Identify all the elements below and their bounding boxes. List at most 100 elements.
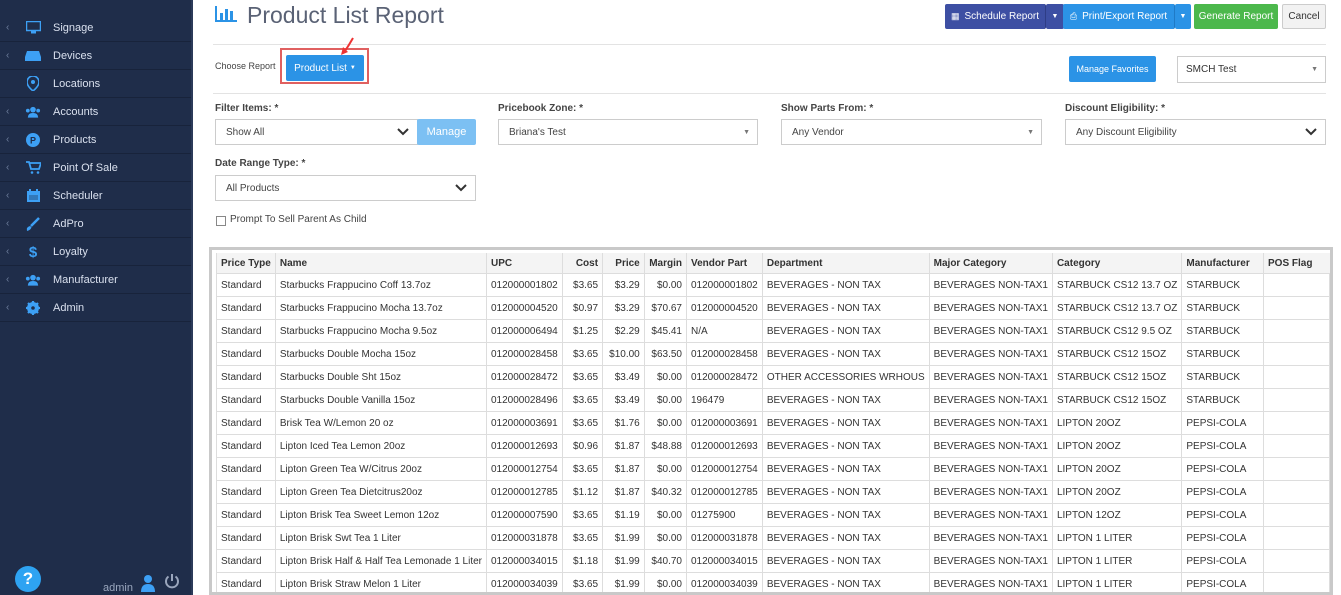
print-dropdown-caret[interactable]: ▼ bbox=[1175, 4, 1191, 29]
table-cell bbox=[1263, 503, 1330, 527]
table-row[interactable]: Standard Lipton Green Tea Dietcitrus20oz 0… bbox=[216, 480, 1330, 504]
discount-eligibility-select[interactable]: Any Discount Eligibility bbox=[1065, 119, 1326, 145]
column-header[interactable]: Vendor Part bbox=[686, 253, 763, 274]
table-cell: $63.50 bbox=[643, 342, 688, 366]
sidebar-item-loyalty[interactable]: ‹ $ Loyalty bbox=[0, 238, 191, 266]
sidebar-item-label: Devices bbox=[53, 49, 93, 62]
table-cell: 01275900 bbox=[686, 503, 763, 527]
table-cell: BEVERAGES - NON TAX bbox=[761, 342, 930, 366]
show-parts-select[interactable]: Any Vendor ▼ bbox=[781, 119, 1042, 145]
table-row[interactable]: Standard Lipton Brisk Swt Tea 1 Liter 0120… bbox=[216, 526, 1330, 550]
table-row[interactable]: Standard Lipton Green Tea W/Citrus 20oz 01… bbox=[216, 457, 1330, 481]
column-header[interactable]: Department bbox=[761, 253, 930, 274]
users-icon bbox=[25, 104, 41, 120]
table-cell: Standard bbox=[216, 503, 276, 527]
power-icon[interactable] bbox=[164, 573, 180, 589]
report-table-container[interactable]: Price Type Name UPC Cost Price Margin Vendor P… bbox=[209, 247, 1333, 595]
sidebar-item-adpro[interactable]: ‹ AdPro bbox=[0, 210, 191, 238]
table-cell bbox=[1263, 273, 1330, 297]
table-cell: LIPTON 20OZ bbox=[1051, 411, 1183, 435]
sidebar-item-label: Products bbox=[53, 133, 97, 146]
table-row[interactable]: Standard Starbucks Frappucino Mocha 13.7o… bbox=[216, 296, 1330, 320]
column-header[interactable]: Price bbox=[602, 253, 645, 274]
table-row[interactable]: Standard Starbucks Double Mocha 15oz 01200… bbox=[216, 342, 1330, 366]
table-row[interactable]: Standard Lipton Iced Tea Lemon 20oz 012000… bbox=[216, 434, 1330, 458]
table-row[interactable]: Standard Brisk Tea W/Lemon 20 oz 012000003… bbox=[216, 411, 1330, 435]
table-cell: STARBUCK bbox=[1181, 273, 1265, 297]
sidebar-item-point-of-sale[interactable]: ‹ Point Of Sale bbox=[0, 154, 191, 182]
caret-down-icon: ▼ bbox=[1311, 66, 1318, 73]
column-header[interactable]: Margin bbox=[643, 253, 687, 274]
column-header[interactable]: Major Category bbox=[928, 253, 1053, 274]
table-cell: LIPTON 20OZ bbox=[1051, 480, 1183, 504]
print-export-button[interactable]: ⎙ Print/Export Report bbox=[1063, 4, 1175, 29]
table-row[interactable]: Standard Starbucks Frappucino Mocha 9.5oz… bbox=[216, 319, 1330, 343]
table-cell: BEVERAGES NON-TAX1 bbox=[928, 526, 1053, 550]
table-cell bbox=[1263, 480, 1330, 504]
chevron-left-icon: ‹ bbox=[6, 190, 10, 201]
table-row[interactable]: Standard Starbucks Double Sht 15oz 0120000… bbox=[216, 365, 1330, 389]
table-cell: 012000012754 bbox=[486, 457, 563, 481]
table-cell: Standard bbox=[216, 296, 276, 320]
table-cell: BEVERAGES - NON TAX bbox=[761, 457, 930, 481]
user-icon[interactable] bbox=[141, 574, 155, 592]
column-header[interactable]: Name bbox=[274, 253, 487, 274]
prompt-sell-parent-checkbox[interactable] bbox=[216, 216, 226, 226]
schedule-report-button[interactable]: ▦ Schedule Report bbox=[945, 4, 1046, 29]
cart-icon bbox=[25, 160, 41, 176]
store-select[interactable]: SMCH Test ▼ bbox=[1177, 56, 1326, 83]
table-cell: 012000034015 bbox=[486, 549, 563, 573]
svg-text:$: $ bbox=[29, 244, 38, 259]
column-header[interactable]: Manufacturer bbox=[1181, 253, 1264, 274]
sidebar-item-locations[interactable]: Locations bbox=[0, 70, 191, 98]
date-range-type-label: Date Range Type: * bbox=[215, 158, 306, 169]
table-cell: Standard bbox=[216, 342, 276, 366]
table-cell: Starbucks Double Vanilla 15oz bbox=[274, 388, 488, 412]
caret-down-icon: ▼ bbox=[1051, 13, 1059, 20]
schedule-dropdown-caret[interactable]: ▼ bbox=[1046, 4, 1064, 29]
table-row[interactable]: Standard Starbucks Double Vanilla 15oz 012… bbox=[216, 388, 1330, 412]
sidebar-item-devices[interactable]: ‹ Devices bbox=[0, 42, 191, 70]
table-row[interactable]: Standard Starbucks Frappucino Coff 13.7oz… bbox=[216, 273, 1330, 297]
table-cell: 012000031878 bbox=[686, 526, 763, 550]
table-cell: $40.32 bbox=[643, 480, 688, 504]
table-cell: $3.49 bbox=[602, 365, 645, 389]
sidebar-item-products[interactable]: ‹ P Products bbox=[0, 126, 191, 154]
table-row[interactable]: Standard Lipton Brisk Tea Sweet Lemon 12o… bbox=[216, 503, 1330, 527]
table-cell: 012000028496 bbox=[486, 388, 563, 412]
table-row[interactable]: Standard Lipton Brisk Half & Half Tea Lem… bbox=[216, 549, 1330, 573]
column-header[interactable]: Category bbox=[1051, 253, 1182, 274]
sidebar-item-manufacturer[interactable]: ‹ Manufacturer bbox=[0, 266, 191, 294]
table-cell: STARBUCK CS12 15OZ bbox=[1051, 365, 1183, 389]
table-cell: Lipton Green Tea W/Citrus 20oz bbox=[274, 457, 488, 481]
sidebar-item-admin[interactable]: ‹ Admin bbox=[0, 294, 191, 322]
table-cell: BEVERAGES NON-TAX1 bbox=[928, 273, 1053, 297]
manage-favorites-button[interactable]: Manage Favorites bbox=[1069, 56, 1156, 82]
sidebar: ‹ Signage ‹ Devices Locations ‹ Accounts ‹ P Prod… bbox=[0, 0, 193, 595]
help-button[interactable]: ? bbox=[15, 566, 41, 592]
column-header[interactable]: Price Type bbox=[216, 253, 276, 274]
manage-button[interactable]: Manage bbox=[417, 119, 476, 145]
column-header[interactable]: UPC bbox=[486, 253, 563, 274]
filter-items-select[interactable]: Show All bbox=[215, 119, 418, 145]
sidebar-item-accounts[interactable]: ‹ Accounts bbox=[0, 98, 191, 126]
pricebook-zone-select[interactable]: Briana's Test ▼ bbox=[498, 119, 758, 145]
sidebar-item-signage[interactable]: ‹ Signage bbox=[0, 14, 191, 42]
chevron-left-icon: ‹ bbox=[6, 162, 10, 173]
column-header[interactable]: POS Flag bbox=[1263, 253, 1330, 274]
table-cell bbox=[1263, 319, 1330, 343]
table-cell: $1.99 bbox=[602, 526, 645, 550]
cancel-button[interactable]: Cancel bbox=[1282, 4, 1326, 29]
table-cell: $1.99 bbox=[602, 572, 645, 592]
report-type-dropdown[interactable]: Product List ▼ bbox=[286, 55, 364, 81]
table-row[interactable]: Standard Lipton Brisk Straw Melon 1 Liter… bbox=[216, 572, 1330, 592]
table-cell: BEVERAGES NON-TAX1 bbox=[928, 319, 1053, 343]
table-cell: $3.65 bbox=[561, 411, 604, 435]
generate-report-button[interactable]: Generate Report bbox=[1194, 4, 1278, 29]
date-range-type-select[interactable]: All Products bbox=[215, 175, 476, 201]
schedule-report-label: Schedule Report bbox=[964, 11, 1040, 22]
column-header[interactable]: Cost bbox=[561, 253, 603, 274]
sidebar-item-scheduler[interactable]: ‹ Scheduler bbox=[0, 182, 191, 210]
table-cell: Starbucks Frappucino Mocha 9.5oz bbox=[274, 319, 488, 343]
table-cell: $0.00 bbox=[643, 572, 688, 592]
